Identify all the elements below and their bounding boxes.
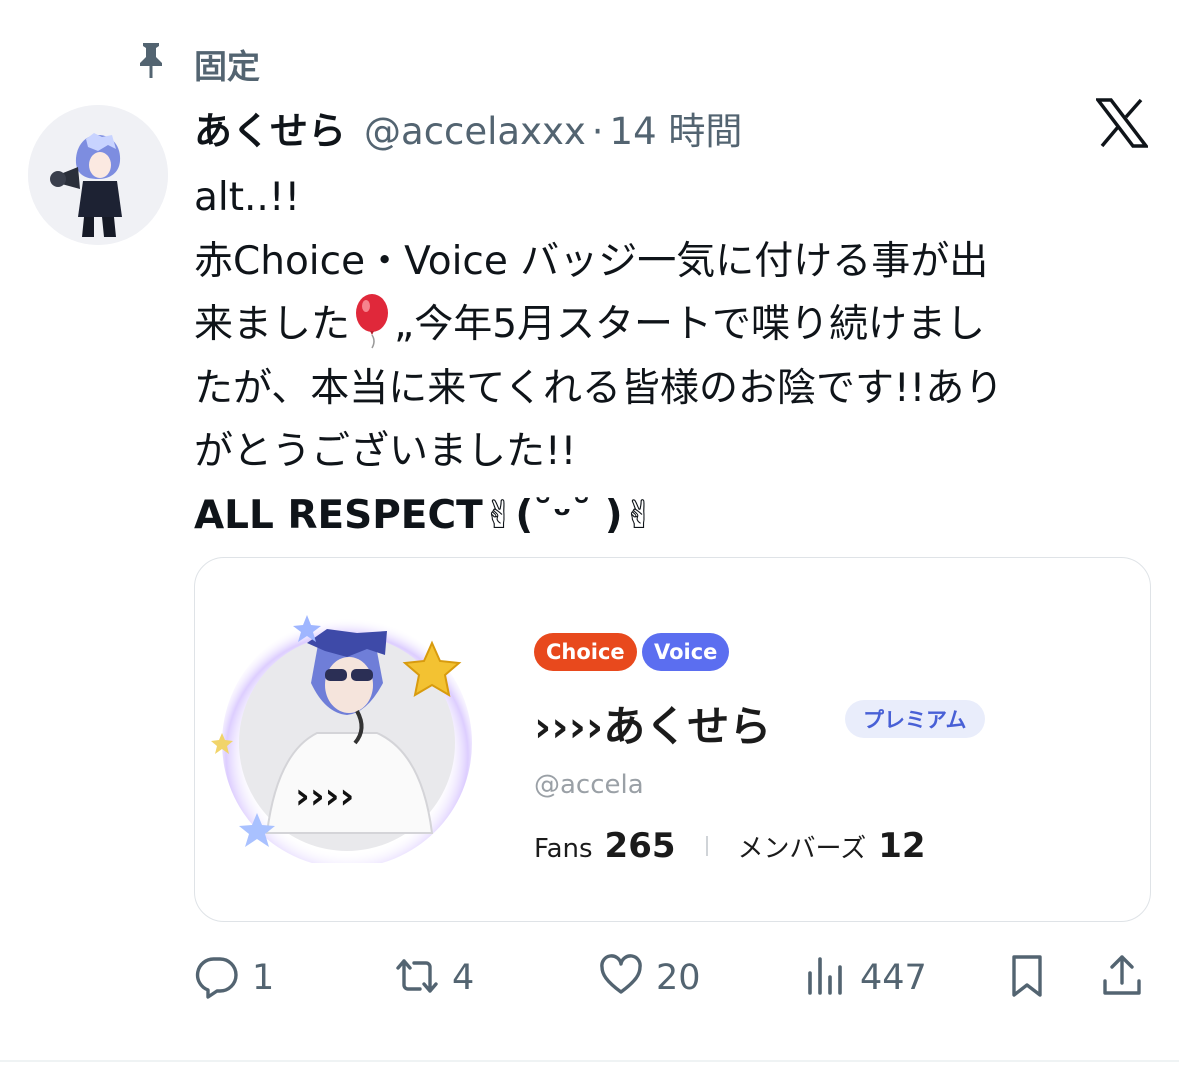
- choice-badge: Choice: [534, 633, 637, 671]
- profile-art: ››››: [207, 603, 487, 868]
- x-logo-icon: [1094, 98, 1150, 148]
- balloon-emoji-icon: [350, 293, 394, 349]
- repost-icon: [394, 953, 440, 1003]
- post-body: alt..!! 赤Choice・Voice バッジ一気に付ける事が出 来ました „…: [194, 166, 1144, 547]
- like-button[interactable]: 20: [598, 950, 701, 1006]
- like-count: 20: [656, 958, 701, 998]
- members-label: メンバーズ: [737, 834, 867, 864]
- views-icon: [802, 953, 848, 1003]
- pinned-indicator: [134, 38, 168, 86]
- author-handle[interactable]: @accelaxxx: [364, 110, 586, 153]
- avatar[interactable]: [28, 105, 168, 245]
- share-button[interactable]: [1099, 950, 1145, 1006]
- views-count: 447: [860, 958, 927, 998]
- share-icon: [1099, 953, 1145, 1003]
- premium-tag: プレミアム: [845, 700, 985, 738]
- fans-label: Fans: [534, 834, 593, 864]
- reply-icon: [194, 953, 240, 1003]
- post-line-2: 赤Choice・Voice バッジ一気に付ける事が出: [194, 238, 989, 284]
- bookmark-icon: [1004, 953, 1050, 1003]
- bookmark-button[interactable]: [1004, 950, 1050, 1006]
- reply-button[interactable]: 1: [194, 950, 274, 1006]
- art-arrows-text: ››››: [295, 776, 354, 817]
- author-name[interactable]: あくせら: [194, 100, 346, 155]
- card-profile-name: ››››あくせら: [534, 702, 772, 751]
- post-line-3: 来ました „今年5月スタートで喋り続けまし: [194, 293, 1144, 357]
- pinned-label: 固定: [194, 47, 260, 86]
- reply-count: 1: [252, 958, 275, 998]
- post-line-3b: „今年5月スタートで喋り続けまし: [394, 302, 986, 347]
- fans-value: 265: [604, 826, 676, 866]
- post-line-6: ALL RESPECT✌︎(˘ᵕ˘ )✌︎: [194, 492, 656, 538]
- views-button[interactable]: 447: [802, 950, 927, 1006]
- repost-count: 4: [452, 958, 475, 998]
- card-handle: @accela: [534, 770, 644, 800]
- pin-icon: [134, 40, 168, 84]
- heart-icon: [598, 953, 644, 1003]
- members-value: 12: [878, 826, 926, 866]
- post-line-5: がとうございました!!: [194, 429, 577, 474]
- header-separator: ·: [591, 110, 604, 153]
- post-divider: [0, 1060, 1179, 1062]
- post-line-3a: 来ました: [194, 302, 351, 347]
- post-header: あくせら @accelaxxx · 14 時間: [194, 100, 742, 156]
- link-card[interactable]: ›››› Choice Voice ››››あくせら プレミアム @accela…: [194, 557, 1151, 922]
- stats-divider: [705, 836, 708, 856]
- post-time[interactable]: 14 時間: [610, 101, 743, 155]
- card-stats: Fans 265 メンバーズ 12: [534, 826, 926, 866]
- action-bar: 1 4 20 447: [194, 950, 1154, 1006]
- repost-button[interactable]: 4: [394, 950, 474, 1006]
- post-line-1: alt..!!: [194, 175, 301, 220]
- post-line-4: たが、本当に来てくれる皆様のお陰です!!あり: [194, 365, 1004, 411]
- voice-badge: Voice: [642, 633, 730, 671]
